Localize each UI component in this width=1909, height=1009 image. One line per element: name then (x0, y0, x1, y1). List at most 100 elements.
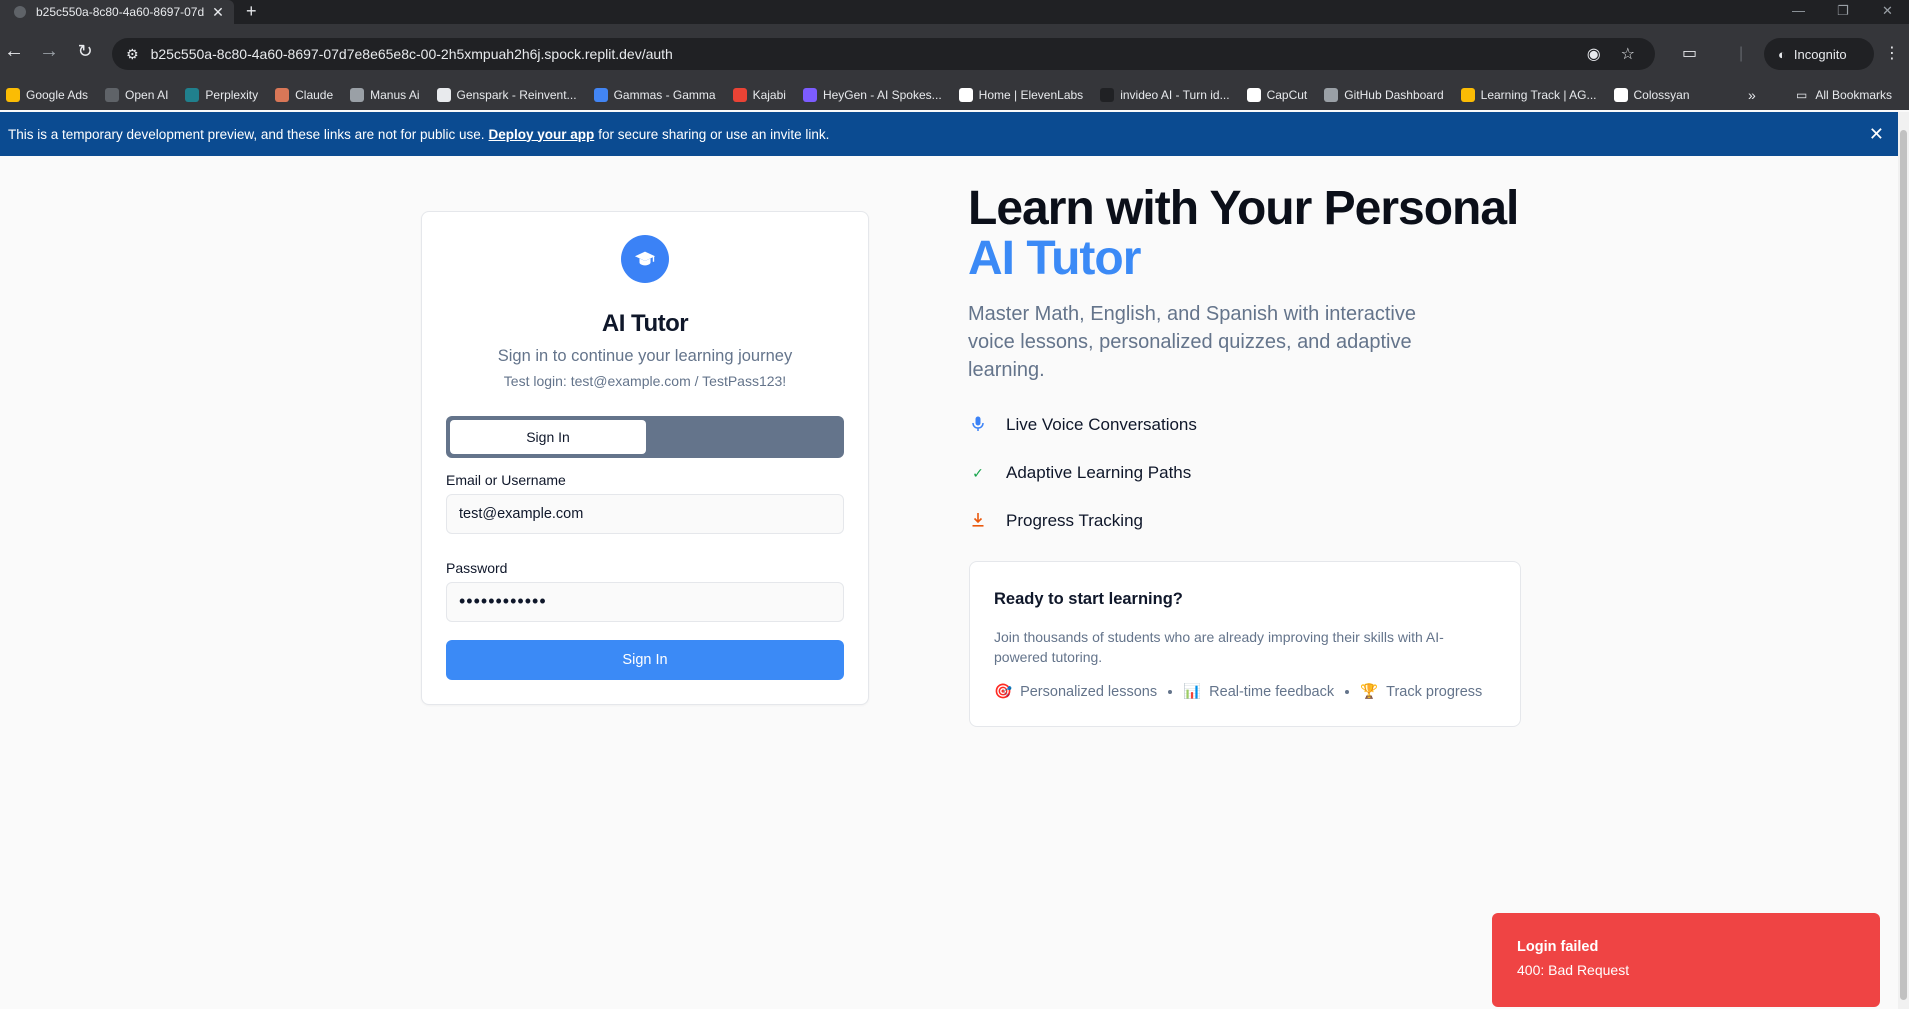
bookmark-item[interactable]: Google Ads (6, 88, 88, 102)
close-tab-icon[interactable]: ✕ (208, 4, 228, 21)
menu-icon[interactable]: ⋮ (1884, 38, 1900, 70)
new-tab-button[interactable]: + (246, 0, 257, 24)
bookmark-favicon-icon (958, 88, 973, 102)
auth-subtitle: Sign in to continue your learning journe… (497, 347, 793, 365)
toolbar-divider: | (1739, 45, 1744, 62)
bookmark-item[interactable]: Claude (275, 88, 333, 102)
incognito-label: Incognito (1793, 46, 1847, 62)
email-field[interactable]: test@example.com (446, 494, 844, 534)
bookmark-item[interactable]: Home | ElevenLabs (958, 88, 1083, 102)
bookmark-label: Claude (295, 88, 334, 102)
tag-label: Real-time feedback (1209, 683, 1335, 700)
cta-tags: 🎯 Personalized lessons 📊 Real-time feedb… (994, 683, 1483, 701)
eye-off-icon[interactable]: ◉ (1587, 44, 1601, 64)
bookmark-item[interactable]: GitHub Dashboard (1324, 88, 1444, 102)
bookmark-label: HeyGen - AI Spokes... (822, 88, 942, 102)
bookmark-label: Open AI (125, 88, 169, 102)
bookmark-star-icon[interactable]: ☆ (1621, 44, 1635, 64)
check-icon: ✓ (972, 464, 984, 481)
bookmark-item[interactable]: Perplexity (185, 88, 258, 102)
bookmark-favicon-icon (185, 88, 200, 102)
minimize-icon[interactable]: — (1792, 0, 1805, 24)
bookmark-favicon-icon (732, 88, 747, 102)
more-bookmarks-icon[interactable]: » (1748, 80, 1756, 110)
url-text[interactable]: b25c550a-8c80-4a60-8697-07d7e8e65e8c-00-… (151, 46, 1587, 62)
close-banner-icon[interactable]: ✕ (1869, 124, 1884, 145)
feature-voice: Live Voice Conversations (968, 413, 1197, 437)
feature-label: Progress Tracking (1006, 511, 1143, 530)
bookmark-favicon-icon (105, 88, 120, 102)
bookmark-label: invideo AI - Turn id... (1120, 88, 1230, 102)
bookmark-item[interactable]: Gammas - Gamma (593, 88, 716, 102)
globe-icon (14, 6, 26, 18)
bookmark-label: Kajabi (752, 88, 786, 102)
close-window-icon[interactable]: ✕ (1882, 0, 1893, 24)
address-bar[interactable]: ⚙ b25c550a-8c80-4a60-8697-07d7e8e65e8c-0… (112, 38, 1655, 70)
bookmark-label: CapCut (1266, 88, 1308, 102)
incognito-icon: ◐ (1778, 46, 1786, 62)
bookmark-label: Gammas - Gamma (613, 88, 716, 102)
browser-tab[interactable]: b25c550a-8c80-4a60-8697-07d ✕ (0, 0, 234, 24)
all-bookmarks-button[interactable]: ▭ All Bookmarks (1796, 80, 1892, 110)
toast-title: Login failed (1517, 939, 1599, 955)
microphone-icon (968, 416, 988, 435)
bookmark-item[interactable]: Manus Ai (350, 88, 420, 102)
password-field[interactable]: •••••••••••• (446, 582, 844, 622)
bookmark-favicon-icon (275, 88, 290, 102)
bookmark-item[interactable]: Genspark - Reinvent... (436, 88, 577, 102)
scrollbar-thumb[interactable] (1900, 130, 1907, 1000)
tab-sign-in[interactable]: Sign In (450, 420, 646, 454)
bookmark-favicon-icon (6, 88, 20, 102)
site-info-icon[interactable]: ⚙ (126, 46, 139, 63)
deploy-app-link[interactable]: Deploy your app (489, 127, 595, 142)
feature-label: Adaptive Learning Paths (1006, 463, 1192, 482)
cta-title: Ready to start learning? (994, 590, 1183, 608)
tag-label: Track progress (1386, 683, 1483, 700)
bookmark-label: Colossyan (1633, 88, 1690, 102)
tag-separator (1168, 689, 1173, 694)
tag-label: Personalized lessons (1020, 683, 1158, 700)
banner-text: This is a temporary development preview,… (8, 126, 485, 142)
page-scrollbar[interactable] (1898, 112, 1909, 1009)
bookmark-item[interactable]: Learning Track | AG... (1460, 88, 1597, 102)
sign-in-button[interactable]: Sign In (446, 640, 844, 680)
bookmark-label: Learning Track | AG... (1480, 88, 1597, 102)
bookmark-label: Perplexity (205, 88, 259, 102)
bookmark-item[interactable]: HeyGen - AI Spokes... (802, 88, 942, 102)
search-tabs-icon[interactable]: ▭ (1682, 38, 1697, 70)
bookmark-favicon-icon (436, 88, 451, 102)
incognito-badge[interactable]: ◐ Incognito (1764, 38, 1874, 70)
trophy-icon: 🏆 (1360, 684, 1379, 700)
bookmark-favicon-icon (1613, 88, 1628, 102)
target-icon: 🎯 (994, 684, 1013, 700)
auth-tabs: Sign In (446, 416, 844, 458)
hero-title-accent: AI Tutor (968, 232, 1141, 285)
bar-chart-icon: 📊 (1183, 684, 1202, 700)
cta-text: Join thousands of students who are alrea… (994, 629, 1444, 665)
bookmark-favicon-icon (350, 88, 365, 102)
bookmark-label: Manus Ai (370, 88, 420, 102)
hero-title-line1: Learn with Your Personal (968, 182, 1519, 235)
bookmark-label: Genspark - Reinvent... (456, 88, 577, 102)
cta-card: Ready to start learning? Join thousands … (969, 561, 1521, 727)
restore-icon[interactable]: ❐ (1837, 0, 1849, 24)
hero-title: Learn with Your Personal AI Tutor (968, 182, 1519, 285)
bookmark-favicon-icon (802, 88, 817, 102)
bookmark-item[interactable]: CapCut (1246, 88, 1308, 102)
feature-adaptive: ✓ Adaptive Learning Paths (968, 461, 1191, 485)
bookmark-item[interactable]: Open AI (105, 88, 168, 102)
forward-icon[interactable]: → (37, 36, 61, 66)
error-toast[interactable]: Login failed 400: Bad Request (1492, 913, 1880, 1007)
browser-toolbar: ← → ↻ ⚙ b25c550a-8c80-4a60-8697-07d7e8e6… (0, 24, 1909, 80)
back-icon[interactable]: ← (2, 36, 26, 66)
bookmark-item[interactable]: invideo AI - Turn id... (1100, 88, 1230, 102)
reload-icon[interactable]: ↻ (73, 36, 97, 66)
download-icon (968, 512, 988, 530)
auth-card: AI Tutor Sign in to continue your learni… (421, 211, 869, 705)
email-label: Email or Username (446, 472, 566, 488)
toast-description: 400: Bad Request (1517, 962, 1630, 978)
tab-strip: b25c550a-8c80-4a60-8697-07d ✕ + — ❐ ✕ (0, 0, 1909, 24)
dev-preview-banner: This is a temporary development preview,… (0, 112, 1898, 156)
bookmark-item[interactable]: Colossyan (1613, 88, 1690, 102)
bookmark-item[interactable]: Kajabi (732, 88, 786, 102)
